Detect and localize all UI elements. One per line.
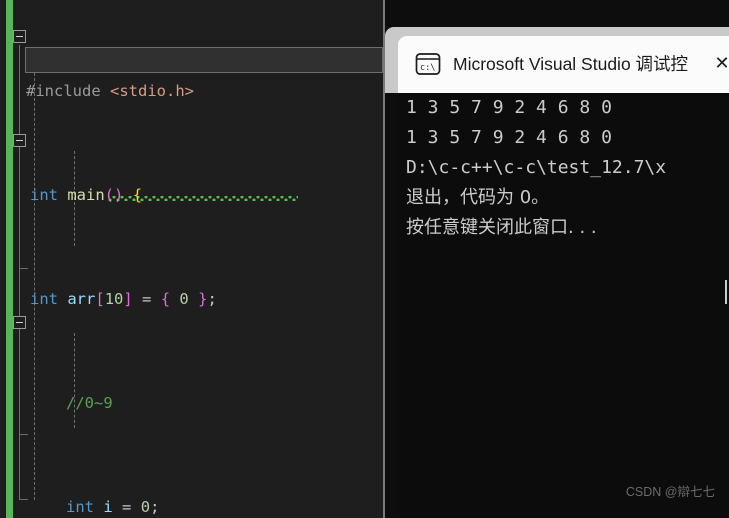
console-line-4: 退出，代码为 0。 (406, 187, 550, 208)
token-num-10: 10 (104, 290, 124, 308)
code-editor-pane[interactable]: #include <stdio.h> int main() { int arr[… (0, 0, 383, 518)
token-comment-0to9: //0~9 (66, 394, 113, 412)
code-line-5: int i = 0; (66, 498, 160, 516)
csdn-watermark: CSDN @辯七七 (625, 485, 715, 499)
token-include-header: <stdio.h> (110, 82, 194, 100)
token-num-0-i: 0 (140, 498, 151, 516)
token-kw-int-i: int (66, 498, 94, 516)
code-text-area[interactable]: #include <stdio.h> int main() { int arr[… (0, 0, 383, 518)
token-kw-int: int (30, 186, 58, 204)
console-line-1: 1 3 5 7 9 2 4 6 8 0 (406, 97, 612, 118)
console-text-caret (725, 280, 727, 304)
debug-console-window[interactable]: c:\ Microsoft Visual Studio 调试控 ✕ 1 3 5 … (385, 27, 729, 518)
token-fn-main: main (67, 186, 105, 204)
token-ident-arr: arr (67, 290, 96, 308)
token-kw-int-arr: int (30, 290, 58, 308)
token-include-directive: #include (26, 82, 101, 100)
code-line-3: int arr[10] = { 0 }; (30, 290, 217, 308)
console-line-5: 按任意键关闭此窗口. . . (406, 217, 597, 238)
console-line-2: 1 3 5 7 9 2 4 6 8 0 (406, 127, 612, 148)
console-output-area[interactable]: 1 3 5 7 9 2 4 6 8 0 1 3 5 7 9 2 4 6 8 0 … (398, 93, 729, 518)
console-window-title: Microsoft Visual Studio 调试控 (453, 54, 689, 74)
svg-text:c:\: c:\ (420, 63, 435, 73)
token-ident-i: i (103, 498, 113, 516)
code-line-1: #include <stdio.h> (0, 78, 383, 104)
code-line-2: int main() { (30, 186, 143, 204)
console-title-bar[interactable]: c:\ Microsoft Visual Studio 调试控 ✕ (398, 36, 729, 93)
console-line-3: D:\c-c++\c-c\test_12.7\x (406, 157, 667, 178)
console-cmd-icon: c:\ (415, 52, 441, 76)
close-icon[interactable]: ✕ (707, 48, 729, 78)
code-line-4: //0~9 (0, 390, 383, 416)
token-num-0-init: 0 (179, 290, 189, 308)
